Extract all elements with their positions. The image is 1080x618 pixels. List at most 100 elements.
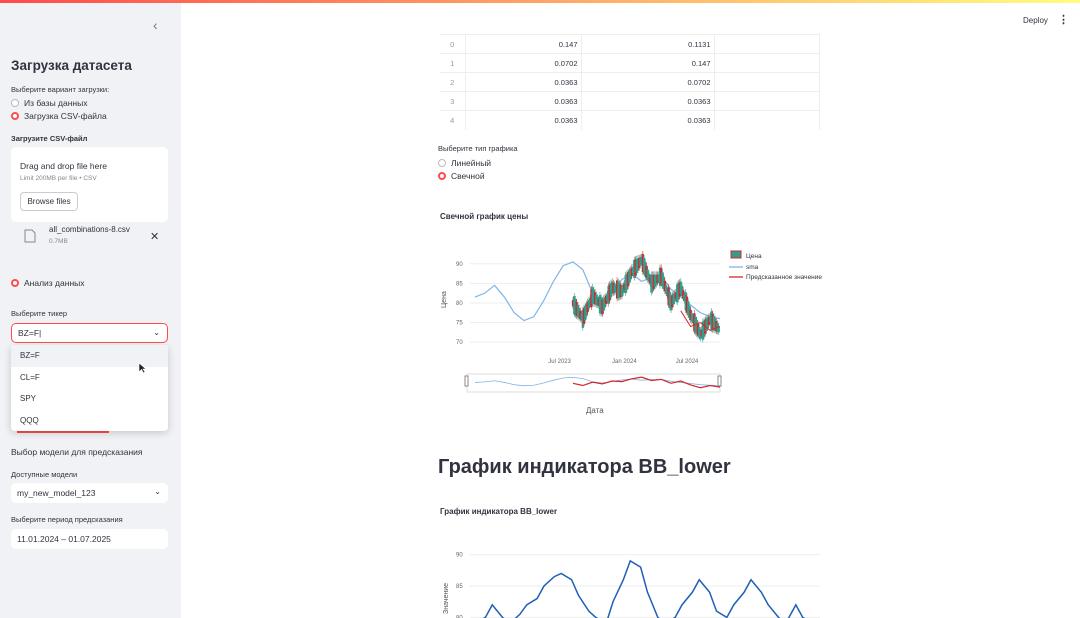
range-handle-right[interactable] [717, 375, 722, 387]
main-menu-icon[interactable]: ⋮ [1058, 13, 1069, 26]
cursor: | [39, 328, 42, 338]
row-index: 0 [440, 34, 466, 54]
y-axis-label: Значение [443, 583, 450, 614]
radio-label: Линейный [451, 158, 492, 168]
x-tick-label: Jan 2024 [612, 359, 637, 365]
table-row: 2 0.0363 0.0702 [440, 72, 820, 92]
radio-circle-icon [11, 99, 19, 107]
radio-line-chart[interactable]: Линейный [438, 158, 491, 168]
y-axis-label: Цена [441, 291, 448, 308]
file-size: 0.7MB [49, 238, 68, 245]
y-tick-label: 85 [456, 584, 463, 590]
price-chart[interactable]: Цена Дата 90 85 80 75 70 Jul 2023 Jan 2024 Jul … [430, 240, 830, 420]
file-dropzone[interactable]: Drag and drop file here Limit 200MB per … [11, 147, 168, 222]
table-cell [714, 34, 820, 54]
radio-selected-icon [11, 112, 19, 120]
period-value: 11.01.2024 – 01.07.2025 [17, 534, 111, 544]
mini-price-line [572, 376, 721, 389]
mouse-cursor-icon [138, 362, 147, 374]
range-handle-left[interactable] [464, 375, 469, 387]
legend-prediction: Предсказанное значение [746, 274, 822, 281]
chart-type-label: Выберите тип графика [438, 144, 518, 153]
y-tick-label: 90 [456, 553, 463, 559]
models-label: Доступные модели [11, 470, 78, 479]
radio-label: Свечной [451, 171, 485, 181]
bb-chart-title: График индикатора BB_lower [440, 507, 558, 516]
dropdown-option[interactable]: QQQ [11, 410, 168, 432]
table-cell [714, 53, 820, 73]
table-cell: 0.147 [465, 34, 582, 54]
ticker-select[interactable]: BZ=F | ⌄ [11, 323, 168, 343]
table-cell: 0.0363 [581, 110, 715, 130]
radio-label: Анализ данных [24, 278, 85, 288]
slider-track [17, 431, 109, 433]
price-chart-title: Свечной график цены [440, 212, 529, 221]
row-index: 2 [440, 72, 466, 92]
row-index: 4 [440, 110, 466, 130]
legend-price: Цена [746, 253, 762, 260]
y-tick-label: 90 [456, 262, 463, 268]
y-tick-label: 80 [456, 301, 463, 307]
load-option-label: Выберите вариант загрузки: [11, 85, 110, 94]
table-cell: 0.0363 [465, 110, 582, 130]
y-tick-label: 70 [456, 340, 463, 346]
table-cell: 0.1131 [581, 34, 715, 54]
radio-database[interactable]: Из базы данных [11, 98, 87, 108]
legend-swatch-price [730, 250, 742, 259]
legend-sma: sma [746, 264, 759, 271]
ticker-label: Выберите тикер [11, 309, 68, 318]
table-cell: 0.0702 [465, 53, 582, 73]
model-section-title: Выбор модели для предсказания [11, 447, 143, 457]
table-row: 0 0.147 0.1131 [440, 34, 820, 54]
bb-heading: График индикатора BB_lower [438, 456, 731, 478]
radio-analysis[interactable]: Анализ данных [11, 278, 85, 288]
uploaded-file: all_combinations-8.csv 0.7MB ✕ [22, 225, 168, 255]
y-tick-label: 85 [456, 281, 463, 287]
table-cell: 0.0363 [465, 91, 582, 111]
chart-legend: Цена sma Предсказанное значение [729, 250, 822, 281]
sidebar-title: Загрузка датасета [11, 58, 132, 73]
x-tick-label: Jul 2024 [676, 359, 699, 365]
model-select[interactable]: my_new_model_123 ⌄ [11, 483, 168, 503]
table-cell [714, 91, 820, 111]
dropzone-limit: Limit 200MB per file • CSV [20, 175, 97, 182]
table-cell [714, 110, 820, 130]
table-cell: 0.0363 [581, 91, 715, 111]
remove-file-icon[interactable]: ✕ [150, 230, 159, 243]
bb-chart[interactable]: 908580 Значение [430, 530, 830, 618]
radio-circle-icon [438, 159, 446, 167]
table-row: 4 0.0363 0.0363 [440, 110, 820, 130]
row-index: 1 [440, 53, 466, 73]
table-cell: 0.147 [581, 53, 715, 73]
radio-csv[interactable]: Загрузка CSV-файла [11, 111, 107, 121]
data-table: 0 0.147 0.1131 1 0.0702 0.147 2 0.0363 0… [440, 34, 820, 130]
y-tick-label: 75 [456, 321, 463, 327]
sidebar: ‹ Загрузка датасета Выберите вариант заг… [0, 3, 181, 618]
ticker-value: BZ=F [18, 328, 40, 338]
table-cell [714, 72, 820, 92]
dropzone-text: Drag and drop file here [20, 161, 107, 171]
dropdown-option[interactable]: SPY [11, 388, 168, 410]
row-index: 3 [440, 91, 466, 111]
radio-label: Загрузка CSV-файла [24, 111, 107, 121]
table-row: 3 0.0363 0.0363 [440, 91, 820, 111]
upload-label: Загрузите CSV-файл [11, 134, 88, 143]
period-label: Выберите период предсказания [11, 515, 123, 524]
table-cell: 0.0702 [581, 72, 715, 92]
file-name: all_combinations-8.csv [49, 225, 130, 234]
x-tick-label: Jul 2023 [548, 359, 571, 365]
x-axis-label: Дата [586, 406, 604, 415]
table-row: 1 0.0702 0.147 [440, 53, 820, 73]
deploy-button[interactable]: Deploy [1023, 16, 1048, 25]
browse-files-button[interactable]: Browse files [20, 192, 78, 211]
bb-lower-line [482, 559, 806, 618]
period-input[interactable]: 11.01.2024 – 01.07.2025 [11, 529, 168, 549]
ticker-dropdown: BZ=F CL=F SPY QQQ [11, 345, 168, 431]
radio-selected-icon [438, 172, 446, 180]
chevron-down-icon: ⌄ [154, 487, 161, 496]
radio-candle-chart[interactable]: Свечной [438, 171, 485, 181]
range-slider[interactable] [466, 373, 721, 393]
collapse-sidebar-icon[interactable]: ‹ [153, 17, 158, 33]
file-icon [24, 229, 36, 243]
chevron-down-icon: ⌄ [153, 328, 160, 337]
